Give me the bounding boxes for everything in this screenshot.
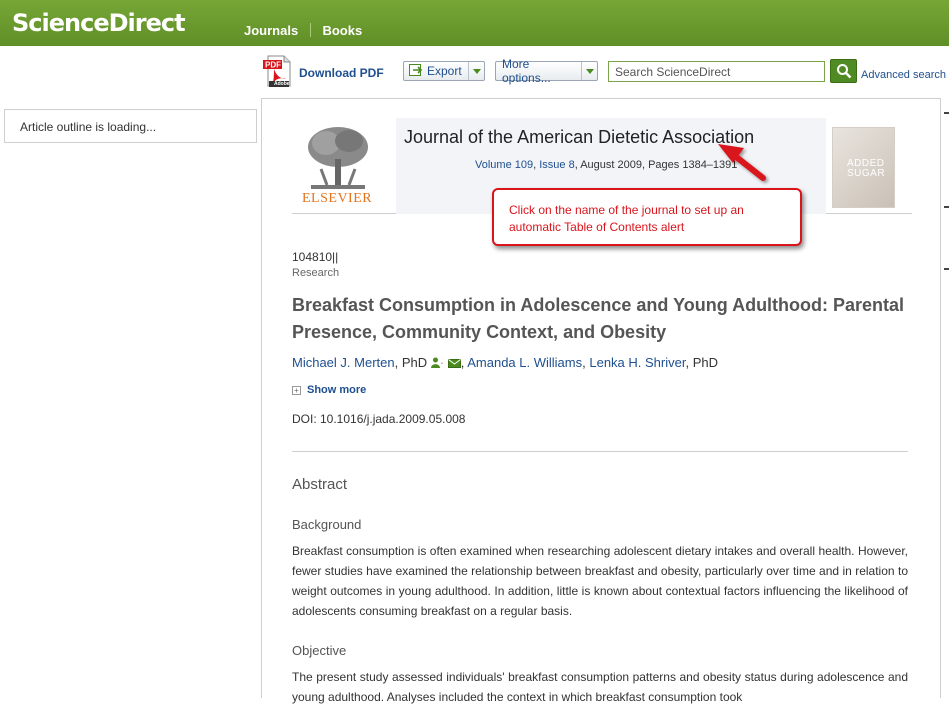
nav-separator [309,23,311,37]
edge-mark [944,268,949,270]
person-icon[interactable] [430,356,440,371]
sciencedirect-logo[interactable]: ScienceDirect [12,9,186,37]
author-link[interactable]: Michael J. Merten [292,355,395,370]
author-link[interactable]: Lenka H. Shriver [589,355,685,370]
export-dropdown-caret[interactable] [468,62,484,80]
author-suffix: , PhD [685,355,718,370]
article-title: Breakfast Consumption in Adolescence and… [292,295,905,342]
journal-issue-info: Volume 109, Issue 8, August 2009, Pages … [475,159,737,171]
background-paragraph: Breakfast consumption is often examined … [292,544,908,618]
article-toolbar: PDF Adobe Download PDF Export More optio… [0,46,949,96]
more-options-dropdown-caret[interactable] [581,62,597,80]
author-suffix: , [582,355,586,370]
search-icon [836,64,851,79]
nav-journals[interactable]: Journals [244,23,298,38]
author-link[interactable]: Amanda L. Williams [467,355,582,370]
article-pii: 104810|| [292,250,339,264]
journal-cover-image[interactable]: ADDED SUGAR [832,127,895,208]
search-input[interactable] [608,61,825,82]
nav-books[interactable]: Books [322,23,362,38]
objective-paragraph: The present study assessed individuals' … [292,670,908,704]
pdf-icon: PDF Adobe [262,55,295,88]
edge-mark [944,206,949,208]
article-category: Research [292,267,340,279]
show-more-toggle[interactable]: + Show more [292,384,366,396]
advanced-search-link[interactable]: Advanced search [861,69,946,81]
callout-text: Click on the name of the journal to set … [509,203,744,234]
cover-text: ADDED SUGAR [847,159,885,179]
chevron-down-icon [472,68,481,74]
more-options-label: More options... [502,57,551,85]
export-label: Export [427,64,462,78]
search-button[interactable] [830,59,857,83]
download-pdf-button[interactable]: PDF Adobe Download PDF [262,55,384,88]
plus-icon: + [292,385,301,395]
icon-separator: · [439,355,445,370]
chevron-down-icon [585,68,594,74]
top-header: ScienceDirect Journals Books [0,0,949,46]
journal-title-link[interactable]: Journal of the American Dietetic Associa… [404,127,754,148]
more-options-button[interactable]: More options... [495,57,598,85]
article-doi: DOI: 10.1016/j.jada.2009.05.008 [292,412,466,426]
export-button[interactable]: Export [403,61,485,81]
article-outline-panel: Article outline is loading... [4,109,257,143]
download-pdf-label: Download PDF [299,65,384,80]
background-heading: Background [292,517,362,532]
edge-mark [944,112,949,114]
svg-text:PDF: PDF [265,61,281,70]
callout-box: Click on the name of the journal to set … [492,188,802,246]
show-more-label: Show more [307,384,367,396]
pdf-icon-text: Adobe [274,81,290,87]
volume-link[interactable]: Volume 109 [475,159,533,171]
issue-link[interactable]: Issue 8 [539,159,574,171]
email-icon[interactable] [447,356,461,371]
cover-text-line-2: SUGAR [847,168,886,179]
author-list: Michael J. Merten, PhD · , Amanda L. Wil… [292,355,718,371]
export-icon [409,63,423,79]
section-divider [292,451,908,452]
objective-heading: Objective [292,643,347,658]
abstract-heading: Abstract [292,476,348,493]
author-suffix: , PhD [394,355,428,370]
author-comma: , [460,355,465,370]
issue-date-pages: , August 2009, Pages 1384–1391 [574,159,738,171]
top-nav: Journals Books [244,23,362,38]
elsevier-wordmark: ELSEVIER [302,191,373,206]
